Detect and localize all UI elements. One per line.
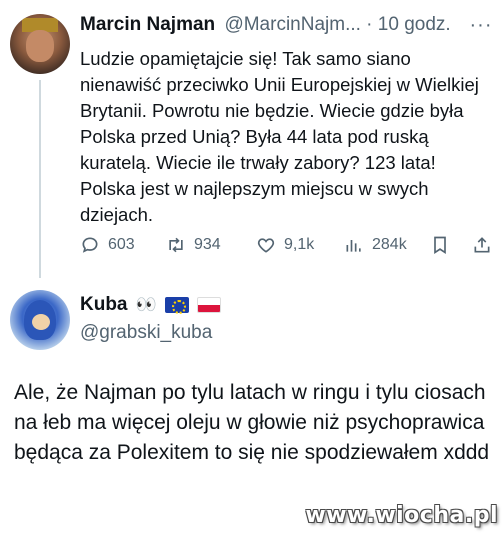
author-name[interactable]: Kuba xyxy=(80,294,128,316)
author-handle[interactable]: @grabski_kuba xyxy=(80,322,212,344)
author-name[interactable]: Marcin Najman xyxy=(80,14,215,35)
reply-tweet-text: Ale, że Najman po tylu latach w ringu i … xyxy=(14,381,490,464)
watermark: www.wiocha.pl xyxy=(305,503,498,528)
original-tweet: Marcin Najman @MarcinNajm... · 10 godz. … xyxy=(0,0,504,278)
eu-flag-icon xyxy=(164,297,189,314)
thread-connector xyxy=(39,80,41,278)
face-shape xyxy=(26,30,54,62)
like-count: 9,1k xyxy=(284,236,315,253)
tweet-header: Marcin Najman @MarcinNajm... · 10 godz. xyxy=(80,14,451,36)
heart-icon xyxy=(257,238,275,253)
character-face-shape xyxy=(32,314,50,330)
retweet-icon xyxy=(169,237,183,253)
tweet-actions: 603 934 9,1k 284k xyxy=(80,232,496,258)
share-button[interactable] xyxy=(472,232,500,258)
eyes-icon: 👀 xyxy=(135,295,157,314)
views-count: 284k xyxy=(372,236,407,253)
avatar[interactable] xyxy=(10,290,70,350)
retweet-count: 934 xyxy=(194,236,221,253)
views-icon xyxy=(346,240,361,252)
reply-icon xyxy=(82,237,98,253)
author-name-row: Kuba 👀 xyxy=(80,294,229,316)
retweet-button[interactable]: 934 xyxy=(166,232,221,258)
share-icon xyxy=(474,237,490,253)
more-options-icon[interactable]: ··· xyxy=(466,14,496,38)
reply-count: 603 xyxy=(108,236,135,253)
tweet-text: Ludzie opamiętajcie się! Tak samo siano … xyxy=(80,48,479,225)
author-handle-time[interactable]: @MarcinNajm... · 10 godz. xyxy=(224,14,450,35)
poland-flag-icon xyxy=(196,297,221,313)
reply-tweet-header: Kuba 👀 @grabski_kuba xyxy=(0,282,504,362)
avatar[interactable] xyxy=(10,14,70,74)
bookmark-icon xyxy=(434,236,446,255)
views-button[interactable]: 284k xyxy=(344,232,407,258)
bookmark-button[interactable] xyxy=(430,232,458,258)
reply-button[interactable]: 603 xyxy=(80,232,135,258)
like-button[interactable]: 9,1k xyxy=(256,232,314,258)
